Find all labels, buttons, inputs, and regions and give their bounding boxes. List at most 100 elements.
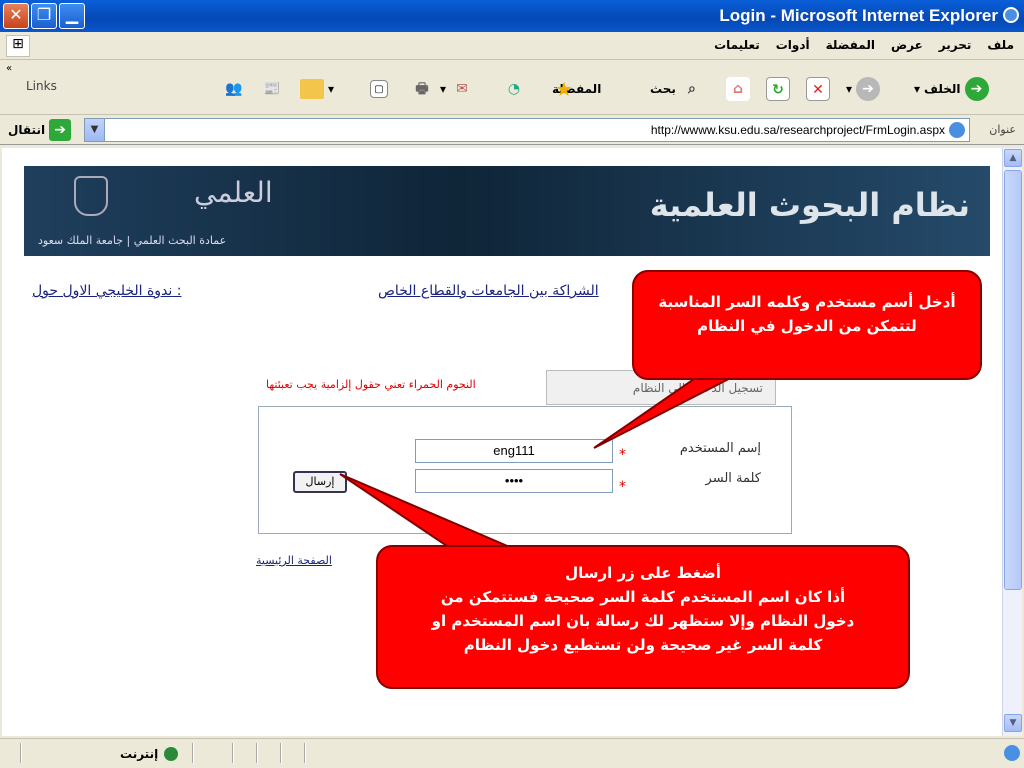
status-divider [232,743,234,763]
messenger-button[interactable]: 👥 [222,73,246,105]
close-button[interactable]: ✕ [3,3,29,29]
banner: العلمي عمادة البحث العلمي | جامعة الملك … [24,166,990,256]
address-bar: انتقال ➔ ▼ http://wwww.ksu.edu.sa/resear… [0,115,1024,145]
submit-button[interactable]: إرسال [293,471,347,493]
status-bar: إنترنت [0,738,1024,768]
go-label: انتقال [8,123,46,137]
back-button[interactable]: ▾ الخلف ➔ [914,73,989,105]
windows-logo-icon: ⊞ [6,35,30,57]
scroll-down-button[interactable]: ▼ [1004,714,1022,732]
home-button[interactable]: ⌂ [726,73,750,105]
search-button[interactable]: بحث ⌕ [650,73,704,105]
restore-button[interactable]: ❐ [31,3,57,29]
star-icon: ★ [555,77,573,101]
banner-title: نظام البحوث العلمية [649,186,970,224]
zone-label: إنترنت [120,747,159,761]
username-field[interactable]: eng111 [415,439,613,463]
callout-line-4: كلمة السر غير صحيحة ولن تستطيع دخول النظ… [463,636,823,654]
history-button[interactable]: ◔ [502,73,526,105]
scroll-thumb[interactable] [1004,170,1022,590]
status-zone: إنترنت [120,747,179,761]
banner-subtitle: عمادة البحث العلمي | جامعة الملك سعود [38,234,227,247]
chevron-icon[interactable]: « [6,63,12,74]
callout-line-2: أذا كان اسم المستخدم كلمة السر صحيحة فست… [440,588,846,606]
forward-button[interactable]: ▾ ➔ [846,73,881,105]
status-ie-icon [1004,745,1020,761]
status-divider [192,743,194,763]
go-arrow-icon: ➔ [49,119,72,141]
history-icon: ◔ [507,81,521,97]
page-button[interactable]: ▢ [370,73,388,105]
address-label: عنوان [989,123,1016,136]
menu-bar: ⊞ ملف تحرير عرض المفضلة أدوات تعليمات [0,32,1024,60]
links-button[interactable]: Links [26,79,57,93]
required-note: النجوم الحمراء تعني حقول إلزامية يجب تعب… [266,378,476,391]
login-form: إسم المستخدم * eng111 كلمة السر * •••• إ… [258,406,792,534]
page-content: العلمي عمادة البحث العلمي | جامعة الملك … [2,148,1002,736]
chevron-down-icon: ▾ [846,82,853,96]
page-icon: ▢ [370,80,388,98]
password-label: كلمة السر [705,471,761,486]
chevron-down-icon: ▾ [328,82,335,96]
password-field[interactable]: •••• [415,469,613,493]
menu-tools[interactable]: أدوات [776,38,810,52]
vertical-scrollbar[interactable]: ▲ ▼ [1002,148,1022,736]
menu-favorites[interactable]: المفضلة [826,38,875,52]
home-icon: ⌂ [726,77,750,101]
folder-icon [300,79,324,99]
mail-button[interactable]: ▾ ✉ [440,73,474,105]
menu-help[interactable]: تعليمات [714,38,760,52]
print-button[interactable]: 🖶 [410,73,434,105]
research-icon: 📰 [263,81,281,97]
toolbar: « Links 👥 📰 ▾ ▢ 🖶 ▾ ✉ ◔ المفضلة ★ بحث ⌕ … [0,61,1024,115]
callout-line-3: دخول النظام وإلا ستظهر لك رسالة بان اسم … [431,612,855,630]
username-label: إسم المستخدم [679,441,761,456]
required-star: * [619,479,626,495]
globe-icon [164,747,179,761]
minimize-button[interactable]: ▁ [59,3,85,29]
research-logo: العلمي [194,176,273,209]
refresh-button[interactable]: ↻ [766,73,790,105]
mail-icon: ✉ [456,81,468,97]
print-icon: 🖶 [415,81,429,97]
page-ie-icon [949,122,965,138]
menu-view[interactable]: عرض [891,38,923,52]
callout-line-1: أضغط على زر ارسال [565,564,721,582]
nav-link-symposium[interactable]: ندوة الخليجي الاول حول : [32,283,182,299]
university-emblem-icon [74,176,108,216]
chevron-down-icon[interactable]: ▼ [85,119,105,141]
menu-file[interactable]: ملف [987,38,1014,52]
refresh-icon: ↻ [766,77,790,101]
ie-icon [1003,7,1019,23]
stop-button[interactable]: ✕ [806,73,830,105]
back-arrow-icon: ➔ [964,77,989,101]
callout-enter-credentials: أدخل أسم مستخدم وكلمه السر المناسبة لتتم… [632,270,982,380]
callout-first-text: أدخل أسم مستخدم وكلمه السر المناسبة لتتم… [658,293,956,335]
research-button[interactable]: 📰 [260,73,284,105]
status-divider [304,743,306,763]
required-star: * [619,447,626,463]
address-field[interactable]: ▼ http://wwww.ksu.edu.sa/researchproject… [84,118,970,142]
title-bar: ✕ ❐ ▁ Login - Microsoft Internet Explore… [0,0,1024,32]
callout-press-submit: أضغط على زر ارسال أذا كان اسم المستخدم ك… [376,545,910,689]
stop-icon: ✕ [806,77,830,101]
chevron-down-icon: ▾ [440,82,447,96]
chevron-down-icon: ▾ [914,82,921,96]
folder-button[interactable]: ▾ [300,73,334,105]
back-label: الخلف [924,82,961,96]
search-label: بحث [650,82,676,96]
favorites-button[interactable]: المفضلة ★ [552,73,601,105]
forward-arrow-icon: ➔ [856,77,881,101]
status-divider [20,743,22,763]
window-title: Login - Microsoft Internet Explorer [719,6,998,25]
nav-link-partnership[interactable]: الشراكة بين الجامعات والقطاع الخاص [378,283,599,299]
scroll-up-button[interactable]: ▲ [1004,149,1022,167]
people-icon: 👥 [225,81,243,97]
search-icon: ⌕ [687,81,696,97]
menu-edit[interactable]: تحرير [939,38,972,52]
go-button[interactable]: انتقال ➔ [8,119,72,141]
status-divider [256,743,258,763]
status-divider [280,743,282,763]
home-page-link[interactable]: الصفحة الرئيسية [256,554,332,567]
address-url[interactable]: http://wwww.ksu.edu.sa/researchproject/F… [651,123,945,137]
